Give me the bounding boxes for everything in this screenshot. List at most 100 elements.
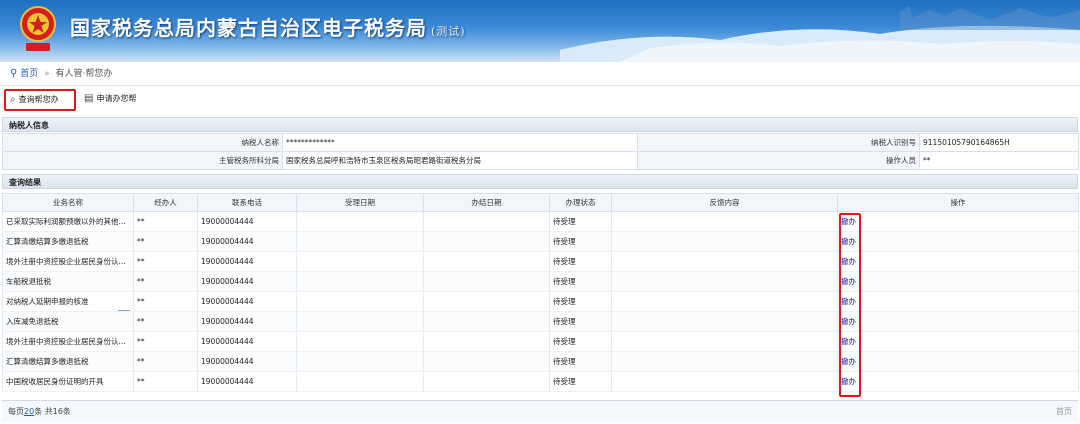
pagination-bar: 每页20条 共16条 首页 (2, 400, 1078, 422)
breadcrumb-home-link[interactable]: 首页 (20, 69, 38, 79)
results-section-header: 查询结果 (2, 174, 1078, 189)
phone-cell: 19000004444 (197, 351, 297, 372)
results-header-row: 业务名称 经办人 联系电话 受理日期 办结日期 办理状态 反馈内容 操作 (2, 193, 1079, 212)
revoke-link[interactable]: 撤办 (841, 317, 856, 326)
feedback-cell (611, 291, 838, 312)
revoke-link[interactable]: 撤办 (841, 277, 856, 286)
status-cell: 待受理 (549, 231, 612, 252)
handler-cell: ** (133, 371, 198, 392)
accept-date-cell (296, 291, 424, 312)
breadcrumb-separator: » (44, 69, 50, 79)
first-page-link[interactable]: 首页 (1056, 401, 1072, 423)
revoke-link[interactable]: 撤办 (841, 337, 856, 346)
column-header: 办理状态 (549, 193, 612, 212)
action-cell: 撤办 (837, 251, 1079, 272)
business-name-cell: 已采取实际利润额预缴以外的其他... (2, 211, 134, 232)
status-cell: 待受理 (549, 271, 612, 292)
taxpayer-name-label: 纳税人名称 (2, 133, 283, 152)
feedback-cell (611, 371, 838, 392)
status-cell: 待受理 (549, 351, 612, 372)
tax-office-label: 主管税务所科分局 (2, 151, 283, 170)
feedback-cell (611, 251, 838, 272)
done-date-cell (423, 251, 550, 272)
operator-value: ** (919, 151, 1079, 170)
phone-cell: 19000004444 (197, 371, 297, 392)
site-title: 国家税务总局内蒙古自治区电子税务局 (测试) (70, 12, 466, 41)
accept-date-cell (296, 271, 424, 292)
table-row: 已采取实际利润额预缴以外的其他... ** 19000004444 待受理 撤办 (2, 211, 1079, 232)
status-cell: 待受理 (549, 251, 612, 272)
business-name-cell: 汇算清缴结算多缴退抵税 (2, 231, 134, 252)
done-date-cell (423, 331, 550, 352)
accept-date-cell (296, 331, 424, 352)
handler-cell: ** (133, 291, 198, 312)
handler-cell: ** (133, 351, 198, 372)
query-help-label: 查询帮您办 (18, 95, 59, 104)
phone-cell: 19000004444 (197, 211, 297, 232)
revoke-link[interactable]: 撤办 (841, 237, 856, 246)
accept-date-cell (296, 371, 424, 392)
status-cell: 待受理 (549, 371, 612, 392)
table-row: 对纳税人延期申报的核准 ** 19000004444 待受理 撤办 (2, 291, 1079, 312)
feedback-cell (611, 271, 838, 292)
column-resize-handle[interactable] (118, 310, 130, 311)
feedback-cell (611, 351, 838, 372)
apply-help-button[interactable]: ▤ 申请办您帮 (80, 89, 152, 111)
business-name-cell: 对纳税人延期申报的核准 (2, 291, 134, 312)
table-row: 汇算清缴结算多缴退抵税 ** 19000004444 待受理 撤办 (2, 351, 1079, 372)
action-cell: 撤办 (837, 271, 1079, 292)
business-name-cell: 车船税退抵税 (2, 271, 134, 292)
done-date-cell (423, 231, 550, 252)
revoke-link[interactable]: 撤办 (841, 297, 856, 306)
page-size-link[interactable]: 20 (24, 407, 34, 416)
accept-date-cell (296, 231, 424, 252)
done-date-cell (423, 351, 550, 372)
table-row: 汇算清缴结算多缴退抵税 ** 19000004444 待受理 撤办 (2, 231, 1079, 252)
toolbar: ⌕ 查询帮您办 ▤ 申请办您帮 (0, 88, 1080, 112)
table-row: 中国税收居民身份证明的开具 ** 19000004444 待受理 撤办 (2, 371, 1079, 392)
revoke-link[interactable]: 撤办 (841, 357, 856, 366)
apply-help-label: 申请办您帮 (96, 94, 137, 103)
column-header: 业务名称 (2, 193, 134, 212)
business-name-cell: 中国税收居民身份证明的开具 (2, 371, 134, 392)
revoke-link[interactable]: 撤办 (841, 217, 856, 226)
done-date-cell (423, 211, 550, 232)
tax-office-value: 国家税务总局呼和浩特市玉泉区税务局昭君路街道税务分局 (282, 151, 638, 170)
phone-cell: 19000004444 (197, 251, 297, 272)
feedback-cell (611, 311, 838, 332)
accept-date-cell (296, 351, 424, 372)
location-pin-icon: ⚲ (10, 68, 18, 79)
table-row: 入库减免退抵税 ** 19000004444 待受理 撤办 (2, 311, 1079, 332)
accept-date-cell (296, 311, 424, 332)
query-help-button[interactable]: ⌕ 查询帮您办 (4, 89, 76, 111)
business-name-cell: 境外注册中资控股企业居民身份认... (2, 331, 134, 352)
revoke-link[interactable]: 撤办 (841, 377, 856, 386)
phone-cell: 19000004444 (197, 231, 297, 252)
taxpayer-name-value: ************* (282, 133, 638, 152)
handler-cell: ** (133, 331, 198, 352)
action-cell: 撤办 (837, 331, 1079, 352)
breadcrumb-current: 有人管·帮您办 (55, 69, 113, 79)
table-row: 境外注册中资控股企业居民身份认... ** 19000004444 待受理 撤办 (2, 331, 1079, 352)
breadcrumb: ⚲ 首页 » 有人管·帮您办 (0, 62, 1080, 86)
action-cell: 撤办 (837, 211, 1079, 232)
results-table: 业务名称 经办人 联系电话 受理日期 办结日期 办理状态 反馈内容 操作 已采取实际利润额预缴… (2, 193, 1079, 392)
column-header: 经办人 (133, 193, 198, 212)
status-cell: 待受理 (549, 331, 612, 352)
accept-date-cell (296, 251, 424, 272)
table-row: 境外注册中资控股企业居民身份认... ** 19000004444 待受理 撤办 (2, 251, 1079, 272)
phone-cell: 19000004444 (197, 311, 297, 332)
phone-cell: 19000004444 (197, 331, 297, 352)
operator-label: 操作人员 (637, 151, 920, 170)
taxpayer-info-row: 纳税人名称 ************* 纳税人识别号 9115010579016… (2, 133, 1079, 152)
page-size-prefix: 每页 (8, 407, 24, 416)
status-cell: 待受理 (549, 291, 612, 312)
done-date-cell (423, 371, 550, 392)
handler-cell: ** (133, 271, 198, 292)
site-banner: 国家税务总局内蒙古自治区电子税务局 (测试) (0, 0, 1080, 62)
revoke-link[interactable]: 撤办 (841, 257, 856, 266)
handler-cell: ** (133, 231, 198, 252)
site-title-text: 国家税务总局内蒙古自治区电子税务局 (70, 16, 427, 40)
business-name-cell: 入库减免退抵税 (2, 311, 134, 332)
total-count-text: 条 共16条 (34, 407, 71, 416)
